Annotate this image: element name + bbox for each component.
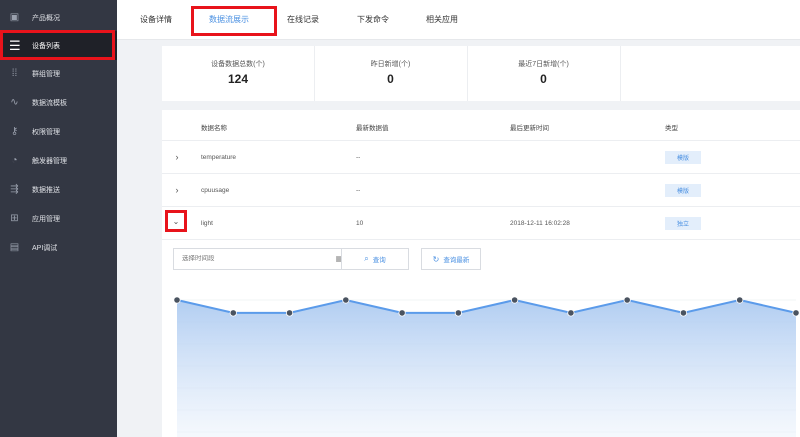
sidebar-item-permission-management[interactable]: ⚷ 权限管理 [0, 117, 117, 146]
stat-value: 0 [387, 72, 394, 86]
column-header: 最后更新时间 [510, 125, 549, 132]
sidebar-item-datastream-template[interactable]: ∿ 数据流模板 [0, 88, 117, 117]
stat-label: 最近7日新增(个) [518, 61, 569, 68]
sidebar-item-label: 群组管理 [32, 70, 60, 78]
stat-value: 0 [540, 72, 547, 86]
sidebar-item-label: 数据流模板 [32, 99, 67, 107]
sidebar-item-device-list[interactable]: ☰ 设备列表 [0, 31, 117, 60]
time-range-picker[interactable]: ▦ [173, 248, 351, 270]
latest-value: 10 [356, 220, 364, 227]
tab-send-command[interactable]: 下发命令 [357, 0, 389, 40]
sidebar-item-label: API调试 [32, 244, 58, 252]
main-content: 设备详情 数据流展示 在线记录 下发命令 相关应用 设备数据总数(个) 124 … [117, 0, 800, 437]
chart-point [567, 309, 575, 317]
chevron-right-icon[interactable]: › [172, 152, 182, 162]
query-latest-button-label: 查询最新 [443, 257, 470, 264]
type-badge: 独立 [665, 217, 702, 230]
chart-point [792, 309, 800, 317]
type-badge: 模版 [665, 184, 702, 197]
sidebar-item-label: 产品概况 [32, 14, 60, 22]
chevron-down-icon: ⌄ [172, 216, 180, 226]
chart-point [173, 296, 181, 304]
api-icon: ▤ [9, 242, 20, 253]
chart-point [398, 309, 406, 317]
sidebar-item-label: 设备列表 [32, 42, 60, 50]
key-icon: ⚷ [10, 126, 19, 137]
stat-yesterday: 昨日新增(个) 0 [314, 46, 467, 101]
cube-icon: ▣ [9, 12, 20, 23]
sidebar-item-label: 数据推送 [32, 186, 60, 194]
sidebar: ▣ 产品概况 ☰ 设备列表 ⁞⁞ 群组管理 ∿ 数据流模板 ⚷ 权限管理 ◔ 触… [0, 0, 117, 437]
table-row[interactable]: › cpuusage -- 模版 [162, 174, 800, 207]
tab-online-records[interactable]: 在线记录 [287, 0, 319, 40]
chart-point [454, 309, 462, 317]
trend-icon: ∿ [10, 97, 19, 108]
query-latest-button[interactable]: ↻ 查询最新 [421, 248, 481, 270]
sidebar-item-app-management[interactable]: ⊞ 应用管理 [0, 204, 117, 233]
chart-point [511, 296, 519, 304]
stat-total: 设备数据总数(个) 124 [162, 46, 314, 101]
sidebar-item-group-management[interactable]: ⁞⁞ 群组管理 [0, 59, 117, 88]
chart-point [342, 296, 350, 304]
search-icon: ⌕ [364, 254, 369, 263]
refresh-icon: ↻ [432, 254, 440, 264]
tab-related-apps[interactable]: 相关应用 [426, 0, 458, 40]
query-button[interactable]: ⌕ 查询 [341, 248, 409, 270]
datastream-name: cpuusage [201, 187, 230, 194]
sidebar-item-label: 应用管理 [32, 215, 60, 223]
column-header: 数据名称 [201, 125, 227, 132]
stats-panel: 设备数据总数(个) 124 昨日新增(个) 0 最近7日新增(个) 0 [162, 46, 800, 101]
sidebar-item-api-debug[interactable]: ▤ API调试 [0, 233, 117, 262]
apps-icon: ⊞ [10, 213, 19, 224]
chart-point [679, 309, 688, 317]
datastream-name: temperature [201, 154, 237, 161]
tab-bar: 设备详情 数据流展示 在线记录 下发命令 相关应用 [117, 0, 800, 40]
column-header: 最新数据值 [356, 125, 389, 132]
sidebar-item-product-overview[interactable]: ▣ 产品概况 [0, 3, 117, 32]
column-header: 类型 [665, 125, 678, 132]
stat-label: 设备数据总数(个) [211, 61, 265, 68]
table-row[interactable]: › temperature -- 模版 [162, 141, 800, 174]
last-update-time: 2018-12-11 16:02:28 [510, 220, 570, 227]
tab-device-details[interactable]: 设备详情 [140, 0, 172, 40]
datastream-chart [173, 296, 800, 437]
stat-value: 124 [227, 72, 249, 86]
collapse-button[interactable]: ⌄ [165, 210, 187, 232]
type-badge: 模版 [665, 151, 702, 164]
stat-label: 昨日新增(个) [370, 61, 411, 68]
gauge-icon: ◔ [11, 155, 18, 166]
push-icon: ⇶ [10, 184, 19, 195]
sidebar-item-data-push[interactable]: ⇶ 数据推送 [0, 175, 117, 204]
latest-value: -- [356, 187, 361, 194]
grid-dots-icon: ⁞⁞ [11, 68, 18, 79]
query-button-label: 查询 [372, 257, 386, 264]
table-row[interactable]: ⌄ light 10 2018-12-11 16:02:28 独立 [162, 207, 800, 240]
time-range-input[interactable] [182, 255, 322, 262]
sidebar-item-trigger-management[interactable]: ◔ 触发器管理 [0, 146, 117, 175]
stat-last-7-days: 最近7日新增(个) 0 [467, 46, 620, 101]
chart-point [736, 296, 744, 304]
tab-datastream-display[interactable]: 数据流展示 [209, 0, 249, 40]
divider [620, 46, 621, 101]
datastream-panel: 数据名称 最新数据值 最后更新时间 类型 › temperature -- 模版… [162, 110, 800, 437]
sidebar-item-label: 触发器管理 [32, 157, 67, 165]
chart-point [229, 309, 237, 317]
latest-value: -- [356, 154, 361, 161]
chart-point [623, 296, 631, 304]
chart-point [285, 309, 294, 317]
table-header: 数据名称 最新数据值 最后更新时间 类型 [162, 110, 800, 141]
chart-area [177, 300, 796, 437]
list-icon: ☰ [9, 38, 21, 53]
chevron-right-icon[interactable]: › [172, 185, 182, 195]
datastream-name: light [201, 220, 213, 227]
sidebar-item-label: 权限管理 [32, 128, 60, 136]
